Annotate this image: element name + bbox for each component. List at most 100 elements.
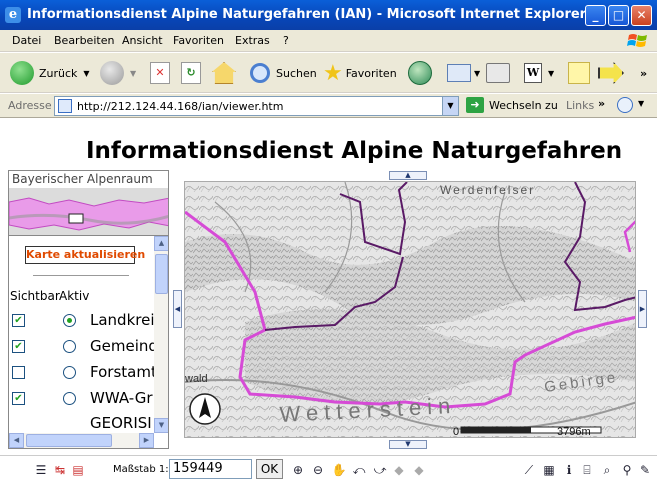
edit-button[interactable]: W ▼ (524, 59, 554, 87)
links-label[interactable]: Links (566, 99, 594, 112)
edit-dropdown-icon[interactable]: ▼ (548, 69, 554, 78)
scroll-right-icon[interactable]: ▶ (139, 433, 154, 448)
star-icon: ★ (323, 60, 343, 86)
map-refresh-button[interactable]: Karte aktualisieren (25, 246, 145, 264)
back-arrow-icon (10, 61, 34, 85)
menu-extras[interactable]: Extras (235, 34, 270, 47)
favorites-button[interactable]: ★ Favoriten (323, 59, 397, 87)
back-dropdown-icon[interactable]: ▼ (83, 69, 89, 78)
messenger-button[interactable] (598, 59, 624, 87)
scroll-up-icon[interactable]: ▲ (154, 236, 168, 251)
layer-visible-checkbox[interactable] (12, 366, 25, 379)
zoom-previous-icon[interactable]: ⤺ (351, 462, 367, 478)
address-input[interactable]: http://212.124.44.168/ian/viewer.htm ▼ (54, 96, 459, 116)
menu-help[interactable]: ? (283, 34, 289, 47)
scroll-down-icon[interactable]: ▼ (154, 418, 168, 433)
pan-west-button[interactable]: ◀ (173, 290, 182, 328)
scale-label: Maßstab 1: (113, 464, 169, 475)
pan-north-button[interactable]: ▲ (389, 171, 427, 180)
find-binoculars-icon[interactable]: ⌕ (599, 462, 615, 478)
search-icon (250, 63, 270, 83)
mail-dropdown-icon[interactable]: ▼ (474, 69, 480, 78)
discuss-button[interactable] (568, 59, 590, 87)
layer-active-radio[interactable] (63, 314, 76, 327)
select-icon[interactable]: ⚲ (619, 462, 635, 478)
scroll-thumb[interactable] (155, 254, 168, 294)
legend-icon[interactable]: ☰ (33, 462, 49, 478)
globe-icon[interactable] (617, 97, 633, 113)
layer-panel-horizontal-scrollbar[interactable]: ◀ ▶ (9, 433, 154, 448)
pan-south-button[interactable]: ▼ (389, 440, 427, 449)
layer-active-radio[interactable] (63, 340, 76, 353)
info-icon[interactable]: ℹ (561, 462, 577, 478)
layers-icon[interactable]: ↹ (52, 462, 68, 478)
measure-icon[interactable]: ⟋ (521, 462, 537, 478)
layer-active-radio[interactable] (63, 392, 76, 405)
window-titlebar[interactable]: e Informationsdienst Alpine Naturgefahre… (0, 0, 657, 30)
map-view[interactable]: Werdenfelser wald Wetterstein Gebirge N … (184, 181, 636, 438)
map-canvas[interactable]: Werdenfelser wald Wetterstein Gebirge N … (185, 182, 636, 438)
pan-hand-icon[interactable]: ✋ (331, 462, 347, 478)
menu-favoriten[interactable]: Favoriten (173, 34, 224, 47)
layer-panel-vertical-scrollbar[interactable]: ▲ ▼ (154, 236, 168, 433)
address-bar: Adresse http://212.124.44.168/ian/viewer… (0, 94, 657, 118)
minimize-button[interactable]: _ (585, 5, 606, 26)
overview-caption: Bayerischer Alpenraum (12, 172, 153, 186)
layer-name: WWA-Gr (90, 389, 153, 407)
scale-zero-label: 0 (453, 426, 459, 438)
layer-row: ✔ WWA-Gr (9, 386, 154, 410)
layer-name: Forstamt (90, 363, 157, 381)
zoom-out-icon[interactable]: ⊖ (310, 462, 326, 478)
address-label: Adresse (8, 99, 52, 112)
links-more-icon[interactable]: » (598, 97, 605, 110)
print-map-icon[interactable]: ▦ (541, 462, 557, 478)
search-button[interactable]: Suchen (250, 59, 317, 87)
overview-map[interactable]: Bayerischer Alpenraum (8, 170, 169, 236)
report-icon[interactable]: ▤ (70, 462, 86, 478)
layer-row: ✔ Gemeind (9, 334, 158, 358)
stop-icon: ✕ (150, 62, 170, 84)
print-button[interactable] (486, 59, 510, 87)
layer-row: GEORISI (9, 411, 154, 435)
scroll-left-icon[interactable]: ◀ (9, 433, 24, 448)
layer-active-radio[interactable] (63, 366, 76, 379)
stop-button[interactable]: ✕ (150, 59, 170, 87)
menu-bearbeiten[interactable]: Bearbeiten (54, 34, 114, 47)
overview-map-image[interactable] (9, 188, 169, 236)
refresh-button[interactable]: ↻ (181, 59, 201, 87)
back-button[interactable]: Zurück ▼ (10, 59, 90, 87)
toolbar-more-icon[interactable]: » (640, 59, 647, 87)
forward-dropdown-icon[interactable]: ▼ (130, 69, 136, 78)
messenger-arrow-icon (598, 62, 624, 84)
history-button[interactable] (408, 59, 432, 87)
zoom-next-icon[interactable]: ⤻ (372, 462, 388, 478)
home-button[interactable] (212, 59, 236, 87)
pan-east-button[interactable]: ▶ (638, 290, 647, 328)
window-title: Informationsdienst Alpine Naturgefahren … (27, 7, 587, 22)
clear-selection-icon[interactable]: ✎ (637, 462, 653, 478)
mail-button[interactable]: ▼ (447, 59, 480, 87)
north-label: N (202, 414, 207, 422)
go-button[interactable]: ➜ Wechseln zu (466, 97, 558, 113)
scale-length-label: 3796m (557, 426, 591, 438)
forward-button[interactable]: ▼ (100, 59, 136, 87)
scale-input[interactable]: 159449 (169, 459, 252, 479)
layer-name: Gemeind (90, 337, 158, 355)
query-icon[interactable]: ⌸ (579, 462, 595, 478)
zoom-in-icon[interactable]: ⊕ (290, 462, 306, 478)
scale-ok-button[interactable]: OK (256, 459, 283, 479)
address-url[interactable]: http://212.124.44.168/ian/viewer.htm (77, 100, 283, 113)
menu-ansicht[interactable]: Ansicht (122, 34, 163, 47)
windows-logo-icon (627, 34, 647, 47)
globe-dropdown-icon[interactable]: ▼ (638, 99, 644, 108)
layer-visible-checkbox[interactable]: ✔ (12, 392, 25, 405)
map-label-werdenfelser: Werdenfelser (440, 183, 535, 197)
close-button[interactable]: ✕ (631, 5, 652, 26)
layer-visible-checkbox[interactable]: ✔ (12, 340, 25, 353)
layer-visible-checkbox[interactable]: ✔ (12, 314, 25, 327)
layer-row: Forstamt (9, 360, 157, 384)
maximize-button[interactable]: □ (608, 5, 629, 26)
address-dropdown-icon[interactable]: ▼ (442, 97, 458, 115)
scroll-thumb[interactable] (26, 434, 112, 447)
menu-datei[interactable]: Datei (12, 34, 41, 47)
